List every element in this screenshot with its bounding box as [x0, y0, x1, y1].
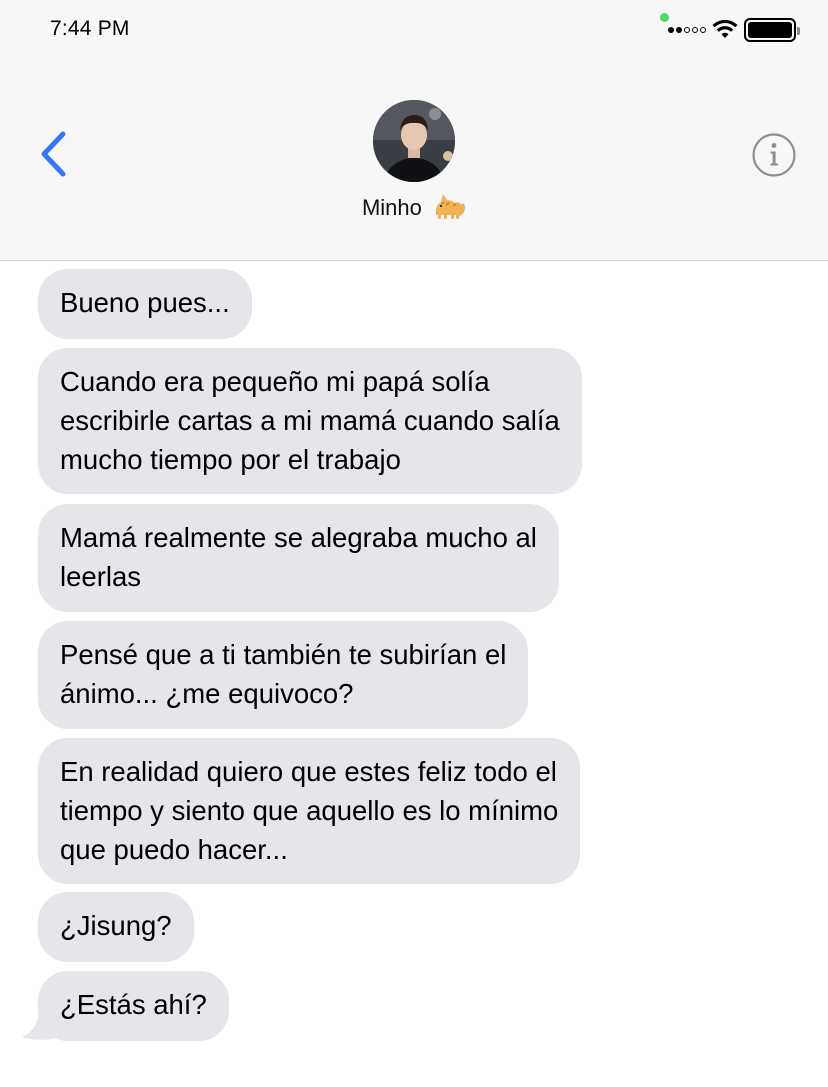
contact-name-label: Minho — [361, 195, 422, 220]
message-line: mucho tiempo por el trabajo — [60, 444, 401, 475]
signal-dots-icon — [668, 27, 706, 33]
message-bubble[interactable]: Mamá realmente se alegraba mucho al leer… — [38, 504, 559, 612]
status-icons — [668, 15, 800, 45]
battery-level — [748, 22, 792, 38]
message-line: Cuando era pequeño mi papá solía — [60, 366, 490, 397]
wifi-icon — [712, 20, 738, 38]
message-line: ¿Estás ahí? — [60, 989, 207, 1020]
message-bubble[interactable]: ¿Jisung? — [38, 892, 194, 962]
message-bubble[interactable]: Bueno pues... — [38, 269, 252, 339]
info-icon — [752, 133, 796, 177]
message-line: Mamá realmente se alegraba mucho al — [60, 522, 537, 553]
message-bubble-last[interactable]: ¿Estás ahí? — [38, 971, 229, 1041]
message-line: Pensé que a ti también te subirían el — [60, 639, 507, 670]
message-bubble[interactable]: Pensé que a ti también te subirían el án… — [38, 621, 529, 729]
bubble-tail — [22, 1004, 58, 1040]
chevron-left-icon — [41, 131, 66, 177]
cat-emoji-icon — [435, 194, 466, 219]
message-bubble[interactable]: Cuando era pequeño mi papá solía escribi… — [38, 348, 582, 494]
battery-icon — [744, 18, 800, 42]
message-line: Bueno pues... — [60, 287, 230, 318]
message-line: escribirle cartas a mi mamá cuando salía — [60, 405, 560, 436]
message-bubble[interactable]: En realidad quiero que estes feliz todo … — [38, 738, 581, 884]
status-time: 7:44 PM — [50, 17, 130, 40]
info-button[interactable] — [751, 132, 797, 178]
message-line: leerlas — [60, 561, 142, 592]
battery-tip — [797, 27, 800, 35]
contact-avatar[interactable] — [373, 100, 455, 182]
message-line: En realidad quiero que estes feliz todo … — [60, 756, 557, 787]
message-line: ¿Jisung? — [60, 910, 172, 941]
message-line: que puedo hacer... — [60, 834, 288, 865]
conversation-header: 7:44 PM Minho — [0, 0, 828, 261]
message-line: tiempo y siento que aquello es lo mínimo — [60, 795, 559, 826]
message-line: ánimo... ¿me equivoco? — [60, 678, 354, 709]
back-button[interactable] — [36, 128, 72, 180]
messages-screen: 7:44 PM Minho Bueno pues... Cuando era p… — [0, 0, 828, 1087]
contact-name[interactable]: Minho — [0, 191, 828, 221]
avatar-photo — [373, 100, 455, 182]
